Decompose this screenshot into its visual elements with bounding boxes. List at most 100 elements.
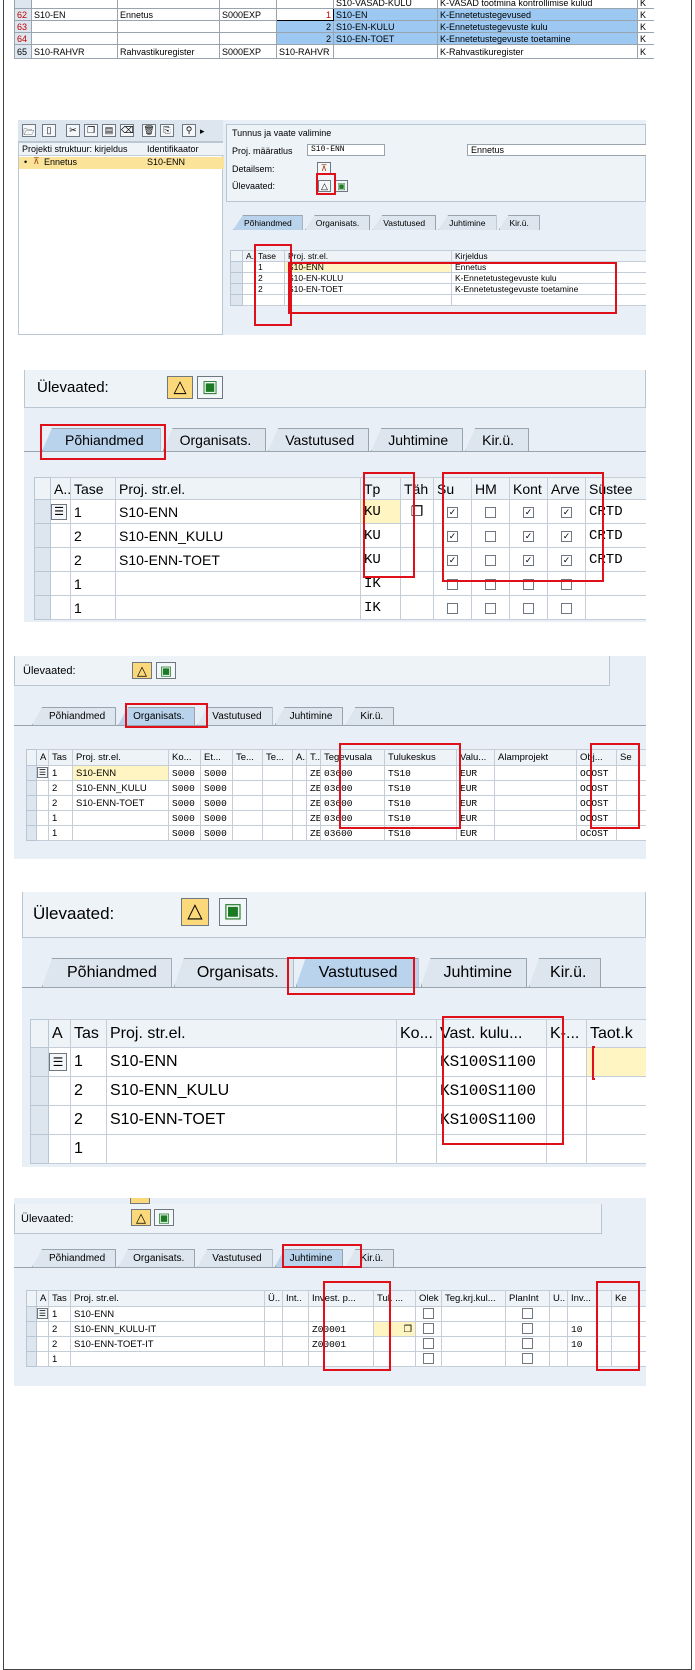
table-row[interactable]: ☰ 1 S10-ENN KU ❐ CRTD <box>34 499 646 524</box>
col-header-element[interactable]: Proj. str.el. <box>72 749 169 766</box>
status-checkbox[interactable] <box>423 1338 434 1350</box>
table-row[interactable]: 1 S10-ENN Ennetus <box>230 261 646 273</box>
col-header-se[interactable]: Se <box>616 749 646 766</box>
su-checkbox[interactable] <box>447 603 458 615</box>
invest-profile-cell[interactable] <box>308 1306 374 1322</box>
functional-area-cell[interactable]: 03600 <box>320 795 385 811</box>
level-cell[interactable]: 2 <box>48 1321 71 1337</box>
currency-cell[interactable]: EUR <box>456 810 495 826</box>
table-row[interactable]: 2 S10-ENN-TOET KU CRTD <box>34 547 646 572</box>
table-row[interactable]: 2 S10-ENN-TOET S000 S000 ZE 03600 TS10 E… <box>26 795 646 811</box>
cell[interactable]: 1 <box>276 8 334 21</box>
element-cell[interactable] <box>106 1134 397 1164</box>
cell[interactable]: S10-EN <box>31 8 118 21</box>
table-row[interactable]: 1 S000 S000 ZE 03600 TS10 EUR OCOST <box>26 810 646 826</box>
level-cell[interactable]: 1 <box>48 1351 71 1367</box>
business-area-cell[interactable]: S000 <box>200 810 233 826</box>
object-class-cell[interactable]: OCOST <box>576 780 617 796</box>
col-header-requesting-cc[interactable]: Taot.k <box>586 1019 646 1048</box>
col-header-responsible-cc[interactable]: Vast. kulu... <box>436 1019 547 1048</box>
table-row[interactable]: ☰ 1 S10-ENN <box>26 1306 646 1322</box>
level-cell[interactable]: 2 <box>70 547 116 572</box>
cell[interactable]: S10-RAHVR <box>276 44 334 59</box>
level-cell[interactable]: 2 <box>48 780 73 796</box>
status-checkbox[interactable] <box>423 1323 434 1335</box>
level-cell[interactable]: 1 <box>70 595 116 620</box>
tab-control[interactable]: Juhtimine <box>420 958 528 987</box>
status-checkbox[interactable] <box>423 1353 434 1365</box>
planint-checkbox[interactable] <box>522 1338 533 1350</box>
table-row[interactable]: ☰ 1 S10-ENN KS100S1100 <box>30 1047 646 1077</box>
arve-checkbox[interactable] <box>561 507 572 519</box>
table-row[interactable]: 2 S10-ENN_KULU KU CRTD <box>34 523 646 548</box>
col-header-description[interactable]: Kirjeldus <box>451 250 646 262</box>
type-cell[interactable]: KU <box>360 499 401 524</box>
tab-basic-data[interactable]: Põhiandmed <box>42 958 172 987</box>
cell[interactable]: K-VASAD tootmina kontrollimise kulud <box>437 0 638 9</box>
new-document-icon[interactable]: ▯ <box>42 124 56 137</box>
tab-basic-data[interactable]: Põhiandmed <box>32 1249 117 1267</box>
network-triangle-icon[interactable]: △ <box>318 180 331 192</box>
col-header-ke[interactable]: Ke <box>611 1290 646 1307</box>
company-code-cell[interactable]: S000 <box>168 795 201 811</box>
col-header-te1[interactable]: Te... <box>232 749 263 766</box>
delete-icon[interactable]: 🗑 <box>142 124 156 137</box>
business-area-cell[interactable]: S000 <box>200 765 233 781</box>
element-cell[interactable]: S10-ENN-TOET <box>72 795 169 811</box>
detail-icon[interactable]: ☰ <box>50 499 71 524</box>
wbs-detail-icon[interactable]: ⊼ <box>317 162 331 175</box>
eraser-icon[interactable]: ⌫ <box>120 124 134 137</box>
invest-profile-cell[interactable]: Z00001 <box>308 1321 374 1337</box>
col-header-profit-center[interactable]: Tulukeskus <box>384 749 457 766</box>
proj-value-field[interactable]: S10-ENN <box>307 144 385 156</box>
tab-control[interactable]: Juhtimine <box>274 707 344 725</box>
table-row[interactable]: 1 <box>30 1134 646 1164</box>
detail-icon[interactable]: ☰ <box>36 765 49 781</box>
t-cell[interactable]: ZE <box>306 780 321 796</box>
col-header-priority[interactable]: Täh <box>400 477 434 500</box>
level-cell[interactable]: 1 <box>70 1047 107 1077</box>
currency-cell[interactable]: EUR <box>456 780 495 796</box>
col-header-a2[interactable]: A.. <box>292 749 307 766</box>
element-cell[interactable] <box>70 1351 265 1367</box>
profit-center-cell[interactable]: TS10 <box>384 810 457 826</box>
cell[interactable] <box>117 20 220 33</box>
element-cell[interactable]: S10-ENN <box>284 261 452 273</box>
functional-area-cell[interactable]: 03600 <box>320 810 385 826</box>
element-cell[interactable]: S10-ENN <box>106 1047 397 1077</box>
kont-checkbox[interactable] <box>523 579 534 591</box>
object-class-cell[interactable]: OCOST <box>576 825 617 841</box>
tab-responsibilities[interactable]: Vastutused <box>197 1249 273 1267</box>
wbs-overview-icon[interactable]: ▣ <box>335 180 348 192</box>
network-triangle-icon[interactable]: △ <box>181 898 209 926</box>
su-checkbox[interactable] <box>447 507 458 519</box>
functional-area-cell[interactable]: 03600 <box>320 765 385 781</box>
element-cell[interactable]: S10-ENN <box>72 765 169 781</box>
cell[interactable] <box>219 20 277 33</box>
copy-icon[interactable]: ❐ <box>400 499 434 524</box>
table-row[interactable]: ☰ 1 S10-ENN S000 S000 ZE 03600 TS10 EUR … <box>26 765 646 781</box>
table-row[interactable]: 2 S10-ENN_KULU KS100S1100 <box>30 1076 646 1106</box>
table-row[interactable]: 2 S10-EN-KULU K-Ennetetustegevuste kulu <box>230 272 646 284</box>
col-header-teg-krj[interactable]: Teg.krj.kul... <box>441 1290 506 1307</box>
copy-icon[interactable]: ❐ <box>403 1324 412 1335</box>
network-triangle-icon[interactable]: △ <box>132 662 152 679</box>
inv-cell[interactable]: 10 <box>567 1336 612 1352</box>
responsible-cc-cell[interactable]: KS100S1100 <box>436 1076 547 1106</box>
tab-long-text[interactable]: Kir.ü. <box>345 1249 395 1267</box>
element-cell[interactable] <box>115 595 361 620</box>
wbs-overview-icon[interactable]: ▣ <box>219 898 247 926</box>
level-cell[interactable]: 1 <box>70 499 116 524</box>
cell[interactable]: K-Ennetetustegevused <box>437 8 638 21</box>
level-cell[interactable]: 2 <box>48 795 73 811</box>
cell[interactable]: S10-EN-TOET <box>333 32 438 45</box>
planint-checkbox[interactable] <box>522 1323 533 1335</box>
detail-icon[interactable]: ☰ <box>36 1306 49 1322</box>
tab-responsibilities[interactable]: Vastutused <box>197 707 273 725</box>
object-class-cell[interactable]: OCOST <box>576 810 617 826</box>
tab-basic-data[interactable]: Põhiandmed <box>32 707 117 725</box>
table-row[interactable]: 1 IK <box>34 595 646 620</box>
kont-checkbox[interactable] <box>523 531 534 543</box>
folder-open-icon[interactable]: 🗁 <box>22 124 36 137</box>
element-cell[interactable] <box>115 571 361 596</box>
